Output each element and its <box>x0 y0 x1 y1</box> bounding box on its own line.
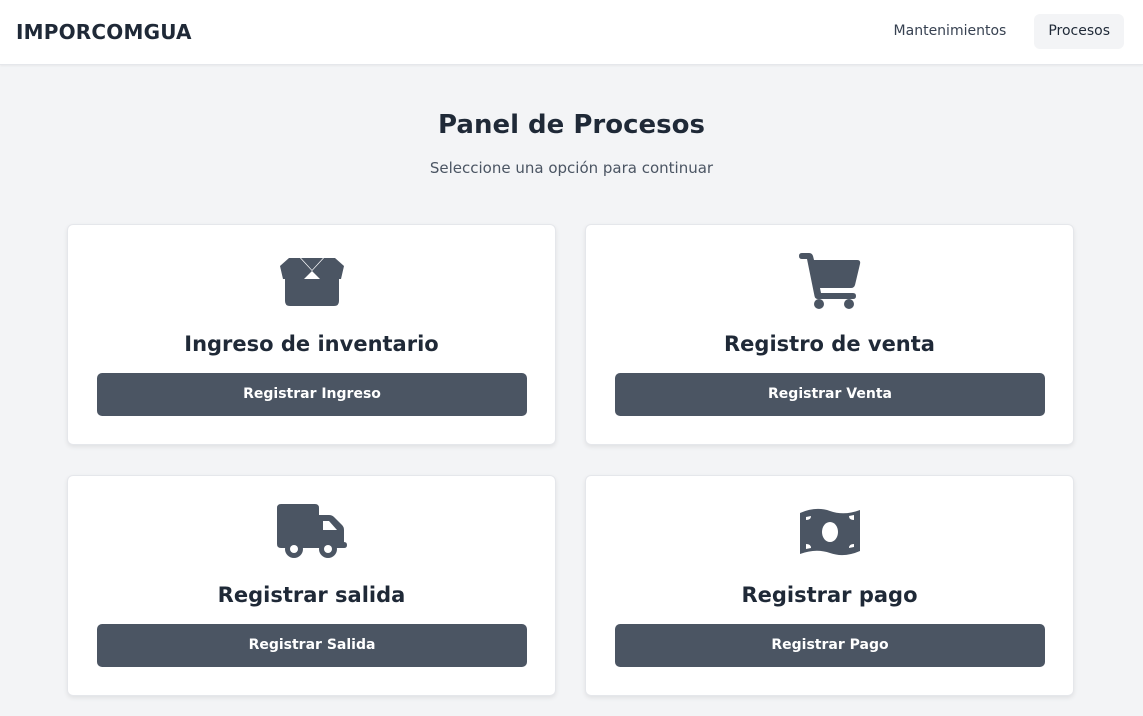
card-title: Registrar pago <box>741 583 918 607</box>
nav-links: Mantenimientos Procesos <box>880 14 1124 49</box>
page-subtitle: Seleccione una opción para continuar <box>429 159 714 177</box>
registrar-ingreso-button[interactable]: Registrar Ingreso <box>97 373 527 416</box>
registrar-venta-button[interactable]: Registrar Venta <box>615 373 1045 416</box>
truck-icon <box>68 504 555 560</box>
card-registrar-salida: Registrar salida Registrar Salida <box>67 475 556 696</box>
card-ingreso-inventario: Ingreso de inventario Registrar Ingreso <box>67 224 556 445</box>
money-bill-icon <box>586 504 1073 560</box>
card-title: Ingreso de inventario <box>184 332 439 356</box>
nav-link-procesos[interactable]: Procesos <box>1034 14 1124 49</box>
brand-logo[interactable]: IMPORCOMGUA <box>16 20 192 44</box>
card-title: Registro de venta <box>724 332 935 356</box>
box-icon <box>68 253 555 309</box>
registrar-pago-button[interactable]: Registrar Pago <box>615 624 1045 667</box>
page-title: Panel de Procesos <box>438 110 705 140</box>
card-registro-venta: Registro de venta Registrar Venta <box>585 224 1074 445</box>
nav-link-mantenimientos[interactable]: Mantenimientos <box>880 14 1021 49</box>
card-registrar-pago: Registrar pago Registrar Pago <box>585 475 1074 696</box>
navbar: IMPORCOMGUA Mantenimientos Procesos <box>0 0 1143 65</box>
shopping-cart-icon <box>586 253 1073 309</box>
registrar-salida-button[interactable]: Registrar Salida <box>97 624 527 667</box>
card-title: Registrar salida <box>217 583 406 607</box>
